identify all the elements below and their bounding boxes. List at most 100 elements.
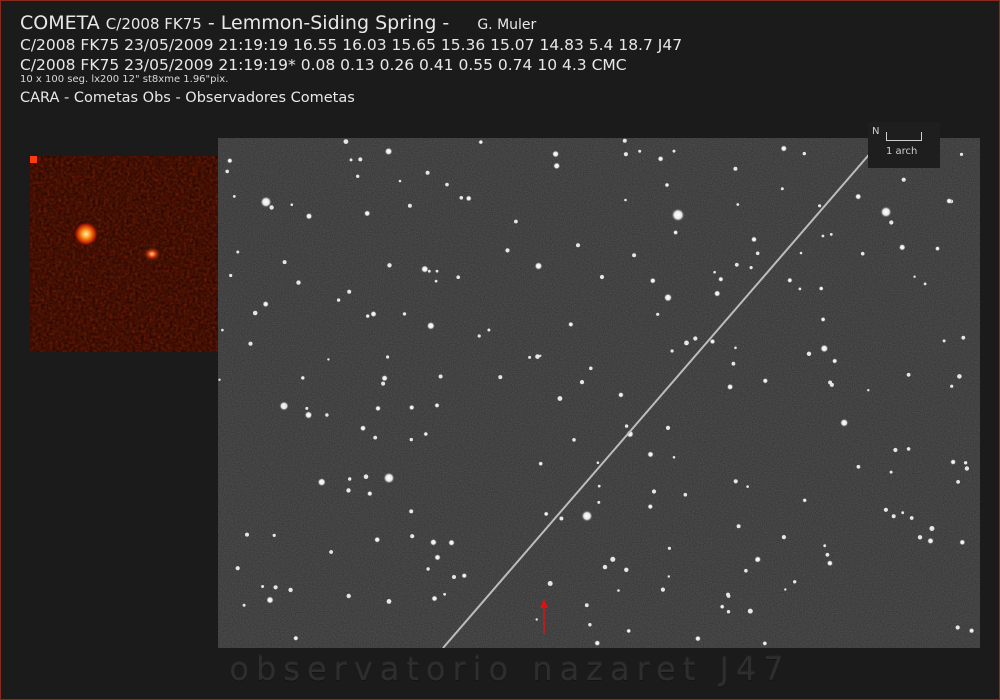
star (325, 413, 329, 417)
star (358, 157, 363, 162)
star (252, 310, 258, 316)
star (409, 509, 414, 514)
star (647, 503, 654, 510)
star (684, 340, 689, 346)
star (672, 456, 676, 459)
star (288, 587, 293, 593)
star (359, 424, 367, 432)
star (597, 484, 601, 488)
title-designation: C/2008 FK75 (105, 15, 202, 33)
scale-label: 1 arch (886, 146, 918, 157)
star (487, 328, 491, 332)
star (594, 639, 601, 647)
star (409, 437, 413, 442)
star (831, 358, 838, 364)
star (547, 581, 553, 586)
star (317, 477, 327, 487)
star (305, 406, 309, 410)
star (913, 275, 916, 278)
star (713, 270, 716, 274)
star (750, 236, 758, 243)
star (535, 354, 540, 359)
star (300, 375, 306, 381)
star (498, 375, 503, 380)
star (567, 321, 574, 328)
star (435, 269, 439, 273)
star (786, 277, 793, 284)
star (893, 447, 898, 453)
star (793, 580, 797, 584)
north-arrow-icon: N (872, 126, 880, 137)
author-name: G. Muler (477, 17, 537, 33)
star (663, 293, 673, 302)
star (818, 204, 822, 208)
star (891, 514, 896, 519)
caption-header: COMETA C/2008 FK75 - Lemmon-Siding Sprin… (20, 12, 682, 106)
star (452, 575, 456, 579)
star (445, 182, 449, 187)
star (731, 361, 736, 366)
star (950, 384, 954, 388)
star (434, 402, 440, 409)
star (232, 195, 236, 198)
star (221, 328, 224, 332)
star (798, 287, 802, 291)
star (384, 147, 393, 156)
comet-zoom-inset (30, 156, 246, 352)
star (860, 251, 865, 256)
star (365, 313, 371, 319)
star (755, 251, 760, 256)
star (346, 593, 351, 599)
star (826, 559, 834, 567)
star (963, 461, 968, 465)
star (693, 336, 698, 341)
star (651, 489, 657, 494)
star (784, 588, 787, 591)
star (955, 625, 960, 630)
star (292, 635, 299, 642)
star (572, 438, 576, 442)
star (956, 480, 960, 484)
photometry-line-1: C/2008 FK75 23/05/2009 21:19:19 16.55 16… (20, 36, 683, 54)
star (950, 458, 957, 466)
star (820, 316, 826, 323)
star (802, 497, 808, 503)
star (420, 265, 429, 274)
star (229, 273, 233, 278)
star (559, 516, 564, 521)
star (434, 279, 438, 283)
star (660, 587, 665, 592)
star (423, 431, 429, 437)
star (780, 187, 784, 191)
star (929, 526, 935, 531)
star (226, 157, 233, 164)
star (934, 245, 941, 252)
star (839, 418, 849, 428)
star (363, 474, 369, 480)
star (296, 280, 301, 285)
star (248, 341, 253, 346)
star (348, 477, 352, 481)
star (425, 170, 430, 175)
star (402, 312, 407, 316)
star (638, 149, 642, 153)
star (381, 381, 386, 386)
star (961, 335, 966, 340)
scale-bar (886, 132, 922, 141)
star (957, 374, 962, 379)
star (945, 197, 953, 205)
star (726, 383, 734, 391)
star (438, 374, 443, 379)
star (909, 516, 914, 520)
star (597, 500, 601, 504)
star (373, 435, 378, 440)
star (539, 354, 542, 357)
star (901, 177, 906, 182)
star (733, 166, 738, 171)
star (261, 585, 265, 588)
star (579, 380, 585, 385)
star (273, 585, 278, 590)
star (327, 358, 330, 361)
star (426, 567, 430, 571)
star (386, 355, 390, 359)
